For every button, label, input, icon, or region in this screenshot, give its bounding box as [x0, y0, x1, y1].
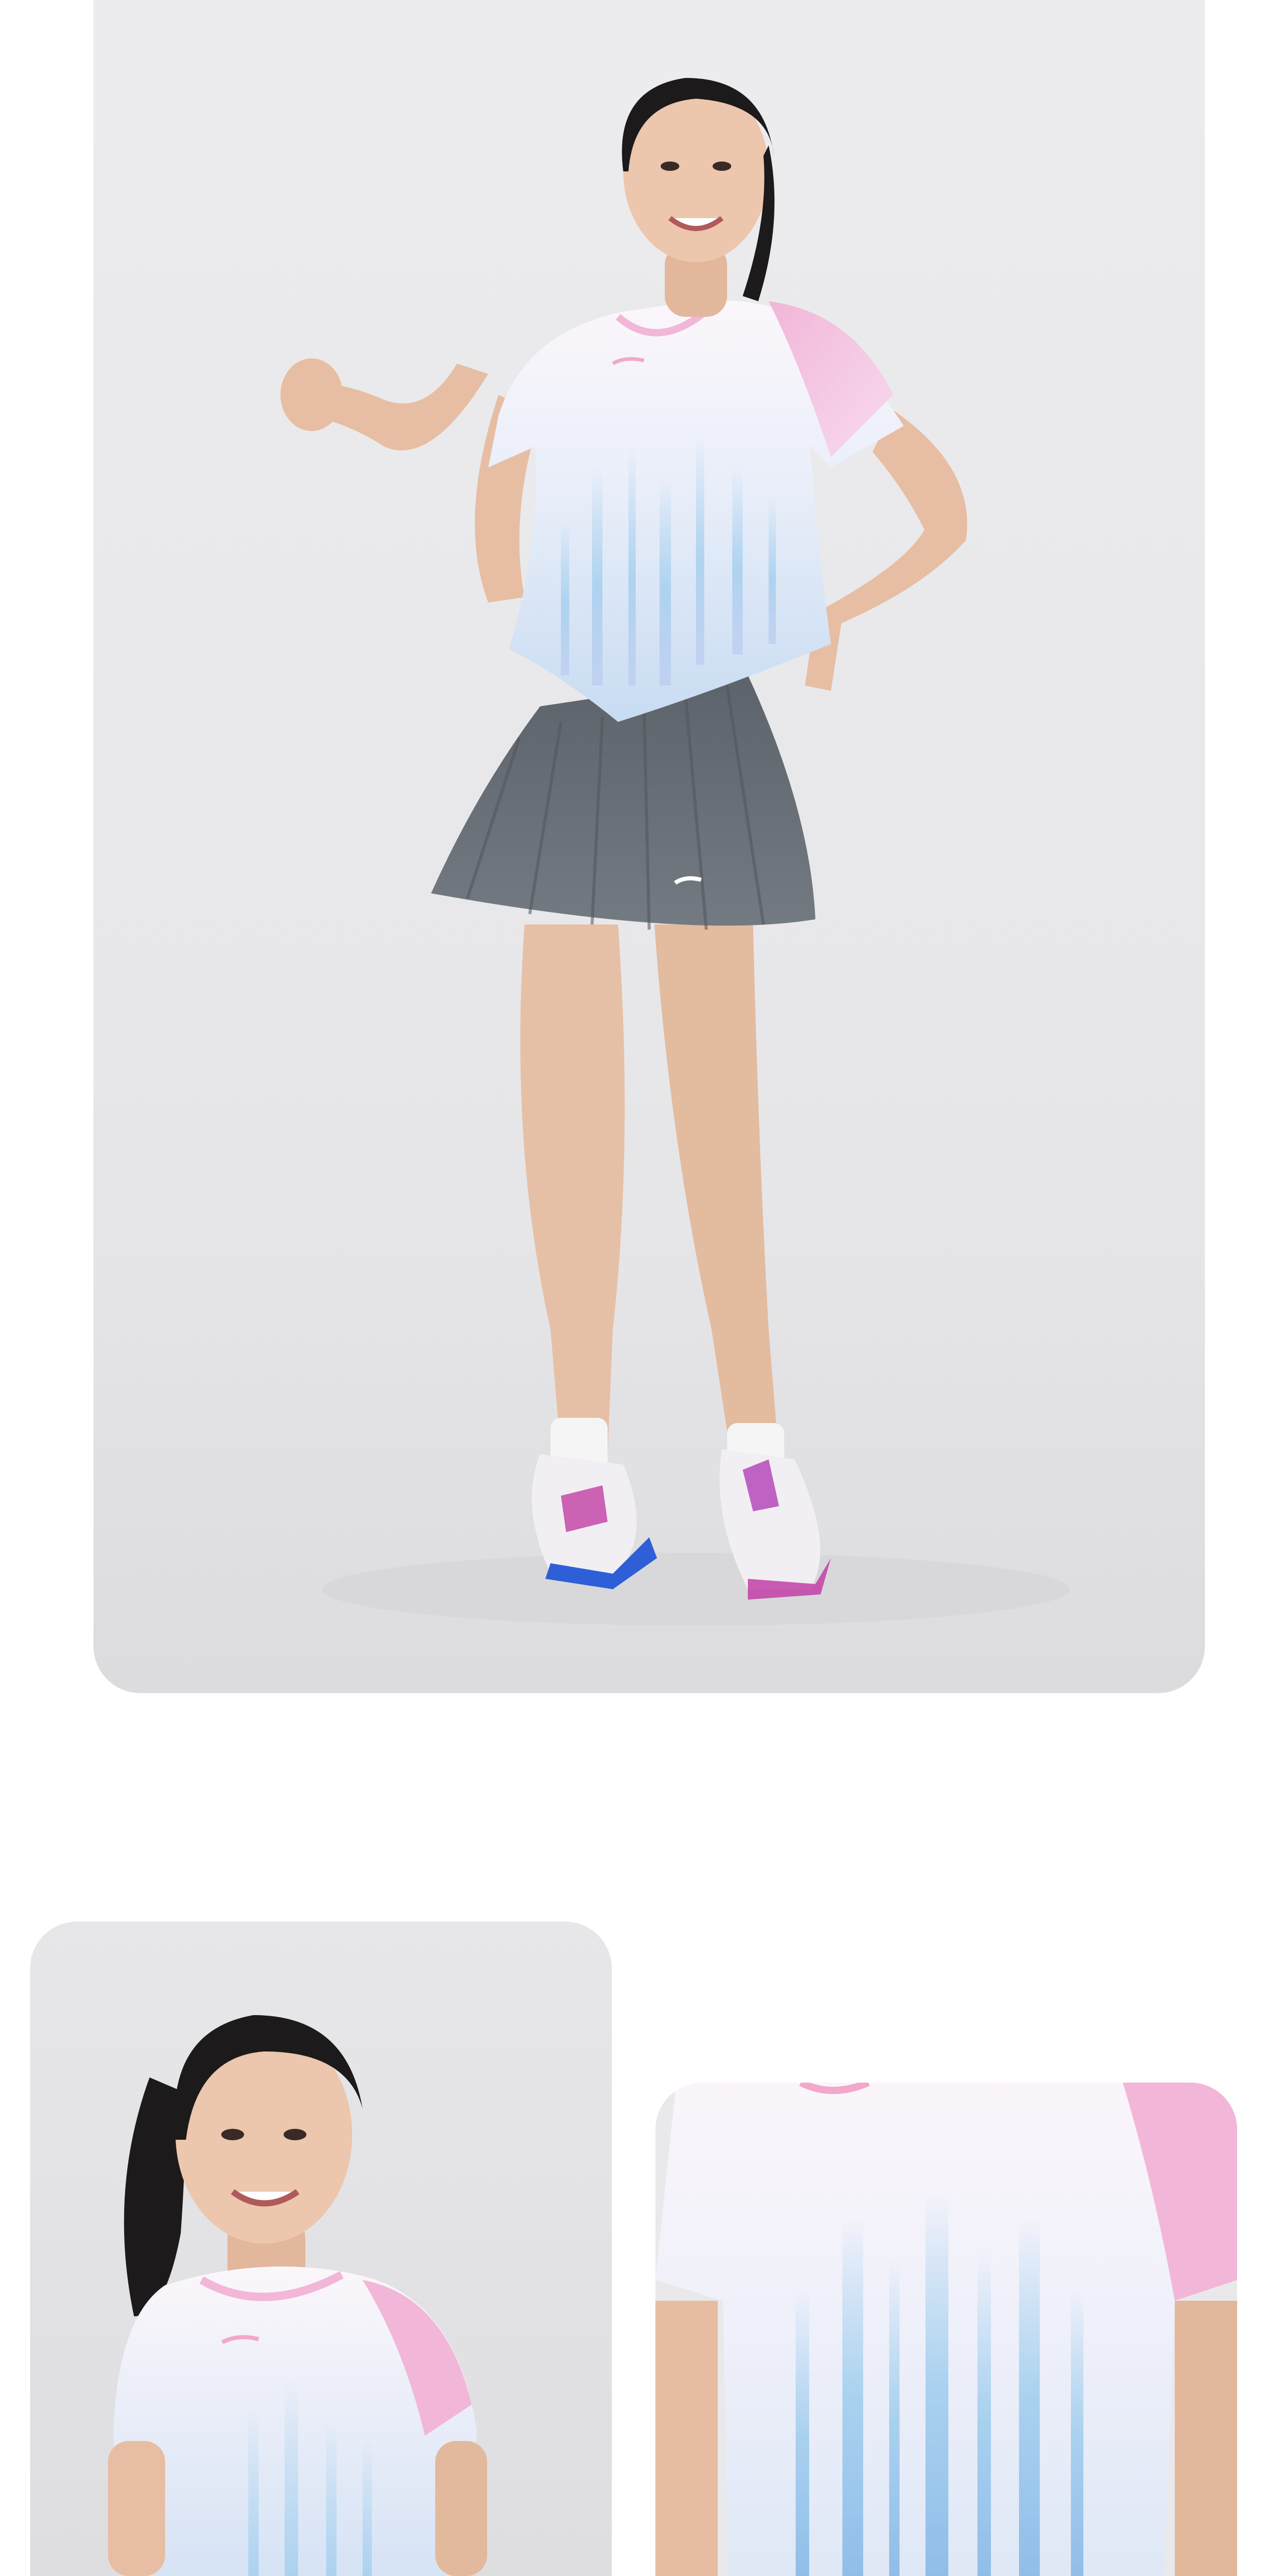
detail-photo	[655, 2083, 1237, 2576]
hero-photo-graphic	[93, 0, 1205, 1693]
portrait-photo	[30, 1922, 612, 2576]
portrait-photo-graphic	[30, 1922, 612, 2576]
hero-photo	[93, 0, 1205, 1693]
detail-photo-graphic	[655, 2083, 1237, 2576]
